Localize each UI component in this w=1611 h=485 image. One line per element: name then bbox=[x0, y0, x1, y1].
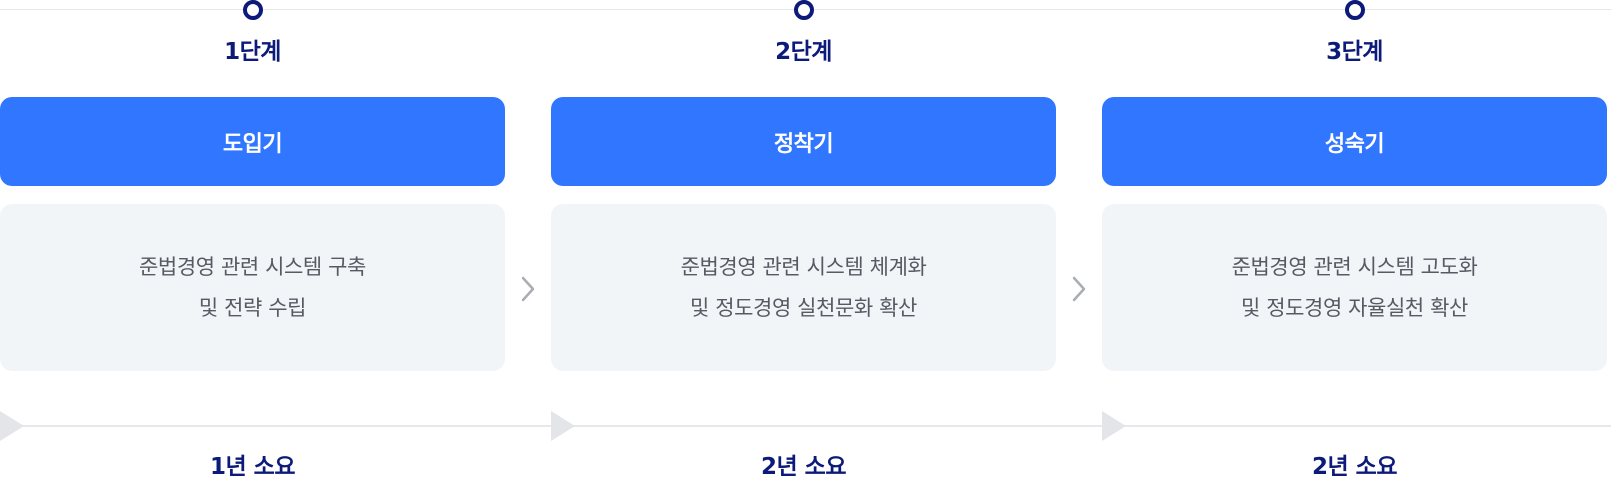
chevron-right-icon bbox=[1069, 274, 1089, 304]
stage-2: 2단계 정착기 준법경영 관련 시스템 체계화 및 정도경영 실천문화 확산 2… bbox=[551, 0, 1056, 485]
stage-marker-icon bbox=[1345, 0, 1365, 20]
stage-1: 1단계 도입기 준법경영 관련 시스템 구축 및 전략 수립 1년 소요 bbox=[0, 0, 505, 485]
description-line: 준법경영 관련 시스템 고도화 bbox=[1231, 254, 1478, 279]
description-line: 및 정도경영 자율실천 확산 bbox=[1241, 295, 1468, 320]
phase-box: 성숙기 bbox=[1102, 97, 1607, 186]
description-box: 준법경영 관련 시스템 체계화 및 정도경영 실천문화 확산 bbox=[551, 204, 1056, 371]
timeline-line bbox=[0, 425, 1611, 427]
description-line: 및 정도경영 실천문화 확산 bbox=[690, 295, 917, 320]
stage-marker-icon bbox=[794, 0, 814, 20]
description-line: 준법경영 관련 시스템 체계화 bbox=[680, 254, 927, 279]
triangle-right-icon bbox=[0, 411, 24, 441]
phase-label: 성숙기 bbox=[1324, 131, 1385, 157]
stage-step-label: 2단계 bbox=[775, 39, 832, 65]
stage-step-label: 1단계 bbox=[224, 39, 281, 65]
stage-3: 3단계 성숙기 준법경영 관련 시스템 고도화 및 정도경영 자율실천 확산 2… bbox=[1102, 0, 1607, 485]
stage-marker-icon bbox=[243, 0, 263, 20]
description-line: 준법경영 관련 시스템 구축 bbox=[139, 254, 366, 279]
phase-label: 정착기 bbox=[773, 131, 834, 157]
phase-box: 도입기 bbox=[0, 97, 505, 186]
duration-label: 1년 소요 bbox=[210, 454, 296, 480]
description-box: 준법경영 관련 시스템 고도화 및 정도경영 자율실천 확산 bbox=[1102, 204, 1607, 371]
triangle-right-icon bbox=[551, 411, 575, 441]
stage-step-label: 3단계 bbox=[1326, 39, 1383, 65]
chevron-right-icon bbox=[518, 274, 538, 304]
duration-label: 2년 소요 bbox=[761, 454, 847, 480]
description-box: 준법경영 관련 시스템 구축 및 전략 수립 bbox=[0, 204, 505, 371]
description-line: 및 전략 수립 bbox=[198, 295, 307, 320]
duration-label: 2년 소요 bbox=[1312, 454, 1398, 480]
phase-box: 정착기 bbox=[551, 97, 1056, 186]
triangle-right-icon bbox=[1102, 411, 1126, 441]
phase-label: 도입기 bbox=[222, 131, 283, 157]
